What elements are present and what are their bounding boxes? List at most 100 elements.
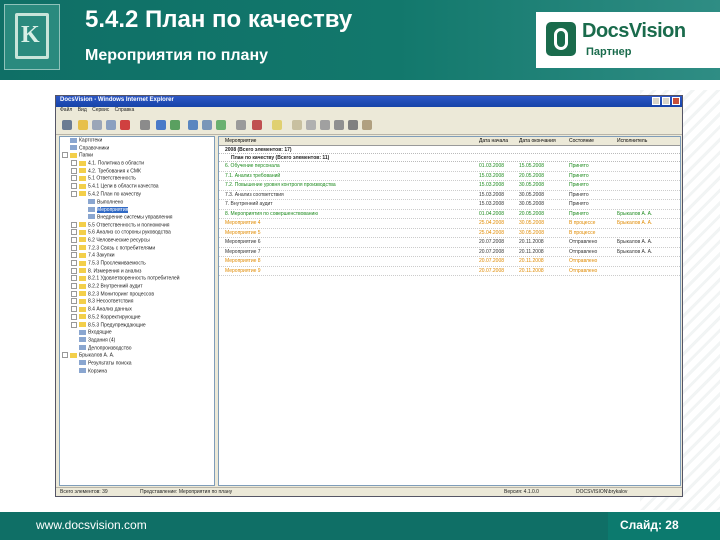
menu-tools[interactable]: Сервис [92,107,109,113]
tree-item[interactable]: 7.5.3 Прослеживаемость [60,260,214,268]
print-icon[interactable] [252,120,262,130]
expand-icon[interactable] [71,160,77,167]
tree-item[interactable]: 5.4.1 Цели в области качества [60,183,214,191]
table-row[interactable]: Мероприятие 9 20.07.2008 20.11.2008 Отправл… [219,267,680,276]
expand-icon[interactable] [71,321,77,328]
copy-icon[interactable] [92,120,102,130]
expand-icon[interactable] [71,167,77,174]
table-row[interactable]: Мероприятие 8 20.07.2008 20.11.2008 Отправл… [219,257,680,267]
column-header-owner[interactable]: Исполнитель [617,137,647,146]
tree-item[interactable]: Брыкалов А. А. [60,352,214,360]
tree-item[interactable]: 5.5 Ответственность и полномочия [60,221,214,230]
tree-item[interactable]: 8.4 Анализ данных [60,306,214,314]
column-header-start[interactable]: Дата начала [479,137,508,146]
expand-icon[interactable] [71,244,77,251]
expand-icon[interactable] [71,313,77,320]
tree-item[interactable]: Результаты поиска [60,360,214,368]
delete-icon[interactable] [120,120,130,130]
search-icon[interactable] [188,120,198,130]
table-row[interactable]: 7.3. Анализ соответствия 15.03.2008 30.05.… [219,191,680,200]
expand-icon[interactable] [71,260,77,266]
details-icon[interactable] [362,120,372,130]
table-row[interactable]: 7. Внутренний аудит 15.03.2008 30.05.2008 П… [219,200,680,210]
tree-item[interactable]: 8.2.1 Удовлетворенность потребителей [60,275,214,283]
expand-icon[interactable] [71,221,77,228]
menu-view[interactable]: Вид [78,107,87,113]
tree-item[interactable]: Мероприятия [60,206,214,214]
footer-url[interactable]: www.docsvision.com [36,518,147,532]
table-row[interactable]: Мероприятие 6 20.07.2008 20.11.2008 Отправл… [219,238,680,248]
tree-item[interactable]: 4.1. Политика в области [60,160,214,168]
table-icon[interactable] [348,120,358,130]
expand-icon[interactable] [71,298,77,305]
tree-item[interactable]: Внедрение системы управления [60,214,214,222]
tree-item[interactable]: 4.2. Требования к СМК [60,167,214,176]
grid-icon[interactable] [320,120,330,130]
close-button[interactable] [672,97,680,105]
tree-item[interactable]: 8.5.3 Предупреждающие [60,321,214,330]
table-row[interactable]: 7.1. Анализ требований 15.03.2008 20.05.20… [219,172,680,181]
tree-item[interactable]: Справочники [60,145,214,153]
tree-item[interactable]: 8.2.3 Мониторинг процессов [60,290,214,299]
tree-item-label: Мероприятия [97,206,129,213]
tree-item[interactable]: 7.2.3 Связь с потребителями [60,244,214,253]
paste-icon[interactable] [106,120,116,130]
collapse-icon[interactable] [62,152,68,159]
table-row[interactable]: 7.2. Повышение уровня контроля производс… [219,181,680,191]
expand-icon[interactable] [71,275,77,282]
group-row-year[interactable]: 2008 (Всего элементов: 17) [219,146,680,154]
menu-help[interactable]: Справка [115,107,135,113]
expand-icon[interactable] [71,306,77,313]
expand-icon[interactable] [71,236,77,243]
table-row[interactable]: Мероприятие 5 25.04.2008 30.05.2008 В проце… [219,229,680,238]
tree-item[interactable]: Делопроизводство [60,345,214,353]
tree-item[interactable]: 5.4.2 План по качеству [60,190,214,199]
column-header-end[interactable]: Дата окончания [519,137,556,146]
menu-file[interactable]: Файл [60,107,72,113]
settings-icon[interactable] [140,120,150,130]
note-icon[interactable] [272,120,282,130]
collapse-icon[interactable] [62,352,68,359]
columns-icon[interactable] [334,120,344,130]
tree-item[interactable]: Картотеки [60,137,214,145]
folder-icon[interactable] [78,120,88,130]
tree-item[interactable]: 7.4 Закупки [60,252,214,260]
table-row[interactable]: 6. Обучение персонала 01.03.2008 15.05.200… [219,162,680,172]
home-icon[interactable] [62,120,72,130]
list-icon[interactable] [306,120,316,130]
group-row-plan[interactable]: План по качеству (Всего элементов: 11) [219,154,680,162]
table-row[interactable]: 8. Мероприятия по совершенствованию 01.04… [219,210,680,219]
tree-item[interactable]: 8.3 Несоответствия [60,298,214,306]
expand-icon[interactable] [71,290,77,297]
column-header-event[interactable]: Мероприятие [225,137,256,146]
expand-icon[interactable] [71,183,77,190]
table-row[interactable]: Мероприятие 4 25.04.2008 30.05.2008 В проце… [219,219,680,229]
expand-icon[interactable] [71,252,77,259]
table-row[interactable]: Мероприятие 7 20.07.2008 20.11.2008 Отправл… [219,248,680,257]
tree-item[interactable]: Задания (4) [60,337,214,345]
collapse-icon[interactable] [71,190,77,197]
filter-icon[interactable] [216,120,226,130]
tree-item[interactable]: 5.6 Анализ со стороны руководства [60,229,214,237]
sync-icon[interactable] [170,120,180,130]
tree-item[interactable]: 6.2 Человеческие ресурсы [60,236,214,245]
maximize-button[interactable] [662,97,670,105]
tree-item[interactable]: 8. Измерения и анализ [60,267,214,276]
refresh-icon[interactable] [156,120,166,130]
minimize-button[interactable] [652,97,660,105]
tree-item[interactable]: Корзина [60,368,214,376]
expand-icon[interactable] [71,283,77,290]
tree-item[interactable]: Выполнено [60,199,214,207]
tree-item[interactable]: Папки [60,152,214,160]
tree-item[interactable]: 8.2.2 Внутренний аудит [60,283,214,291]
expand-icon[interactable] [71,267,77,274]
tree-item[interactable]: 5.1 Ответственность [60,175,214,183]
tree-item[interactable]: 8.5.2 Корректирующие [60,313,214,322]
view-icon[interactable] [236,120,246,130]
layout-icon[interactable] [292,120,302,130]
find-icon[interactable] [202,120,212,130]
tree-item[interactable]: Входящие [60,329,214,337]
column-header-status[interactable]: Состояние [569,137,594,146]
expand-icon[interactable] [71,229,77,236]
expand-icon[interactable] [71,175,77,182]
